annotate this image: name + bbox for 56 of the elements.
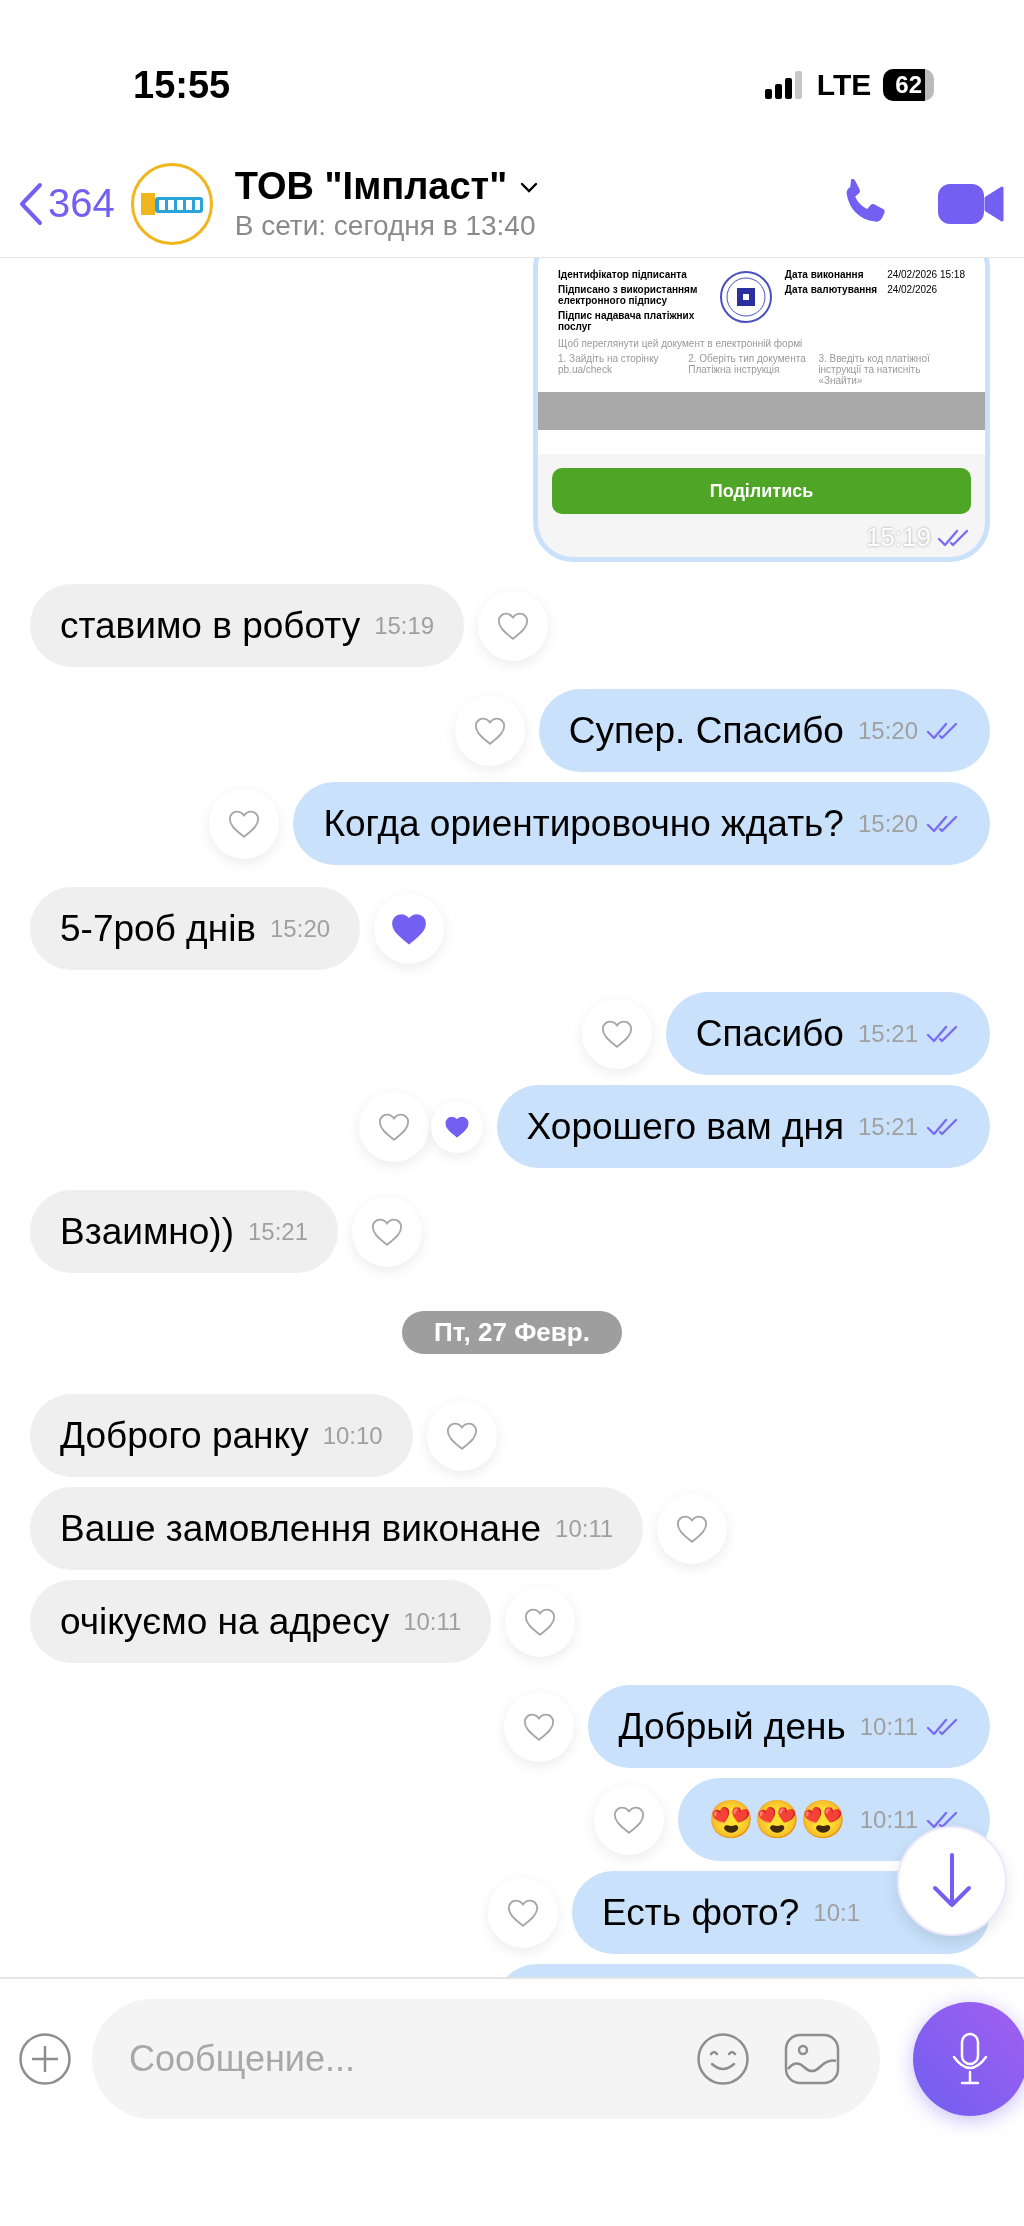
message-text: Взаимно)) xyxy=(60,1210,234,1254)
date-separator: Пт, 27 Февр. xyxy=(402,1311,622,1354)
last-seen: В сети: сегодня в 13:40 xyxy=(234,210,537,242)
message-text: Когда ориентировочно ждать? xyxy=(323,802,844,846)
stamp-icon xyxy=(718,269,775,325)
plus-icon xyxy=(18,2032,72,2086)
document-text: 1. Зайдіть на сторінку pb.ua/check xyxy=(558,353,660,377)
message-time: 15:20 xyxy=(857,810,918,838)
message-text: Есть фото? xyxy=(602,1891,800,1935)
message-time: 15:19 xyxy=(374,612,435,640)
message-text: очікуємо на адресу xyxy=(60,1600,390,1644)
share-button[interactable]: Поділитись xyxy=(552,468,971,514)
message-text: Добрый день xyxy=(618,1705,846,1749)
message-time: 15:21 xyxy=(857,1020,918,1048)
chat-title[interactable]: ТОВ "Імпласт" xyxy=(234,165,508,208)
message-time: 10:10 xyxy=(322,1422,383,1450)
signal-icon xyxy=(764,71,805,99)
message-text: 5-7роб днів xyxy=(60,907,256,951)
document-text: Дата валютування xyxy=(784,284,878,295)
message-time: 10:11 xyxy=(403,1608,462,1636)
message-time: 15:20 xyxy=(270,915,331,943)
gallery-button[interactable] xyxy=(784,2033,840,2085)
message-text: Доброго ранку xyxy=(60,1414,309,1458)
network-type: LTE xyxy=(816,68,872,102)
message-text: 😍😍😍 xyxy=(707,1798,846,1842)
document-text: Підпис надавача платіжних послуг xyxy=(558,310,696,332)
message-time: 10:11 xyxy=(859,1713,918,1741)
message-time: 10:1 xyxy=(813,1899,860,1927)
smiley-icon xyxy=(696,2032,750,2086)
document-text: 24/02/2026 15:18 xyxy=(887,269,965,280)
image-icon xyxy=(784,2033,840,2085)
message-time: 10:11 xyxy=(555,1515,614,1543)
message-text: Ваше замовлення виконане xyxy=(60,1507,542,1551)
back-button[interactable]: 364 xyxy=(18,181,115,226)
document-text: Дата виконання xyxy=(784,269,865,280)
document-text: 2. Оберіть тип документа Платіжна інструкція xyxy=(688,353,807,377)
document-text: Щоб переглянути цей документ в електронній формі xyxy=(557,337,804,351)
add-button[interactable] xyxy=(18,2032,72,2086)
message-time: 10:11 xyxy=(859,1806,918,1834)
document-text: Ідентифікатор підписанта xyxy=(558,269,688,280)
chevron-left-icon xyxy=(18,181,44,226)
document-text: 24/02/2026 xyxy=(887,284,939,295)
emoji-button[interactable] xyxy=(696,2032,750,2086)
message-time: 15:20 xyxy=(857,717,918,745)
message-text: Спасибо xyxy=(695,1012,844,1056)
voice-message-button[interactable] xyxy=(913,2002,1024,2116)
microphone-icon xyxy=(950,2031,990,2087)
battery-level: 62 xyxy=(883,69,934,101)
message-text: ставимо в роботу xyxy=(60,604,361,648)
message-text: Хорошего вам дня xyxy=(526,1105,844,1149)
document-text: 3. Введіть код платіжної інструкції та натисніть «Знайти» xyxy=(818,353,931,386)
message-time: 15:21 xyxy=(248,1218,309,1246)
message-time: 15:21 xyxy=(857,1113,918,1141)
status-time: 15:55 xyxy=(133,63,231,107)
message-text: Супер. Спасибо xyxy=(568,709,844,753)
document-text: Підписано з використанням електронного підпису xyxy=(558,284,699,306)
